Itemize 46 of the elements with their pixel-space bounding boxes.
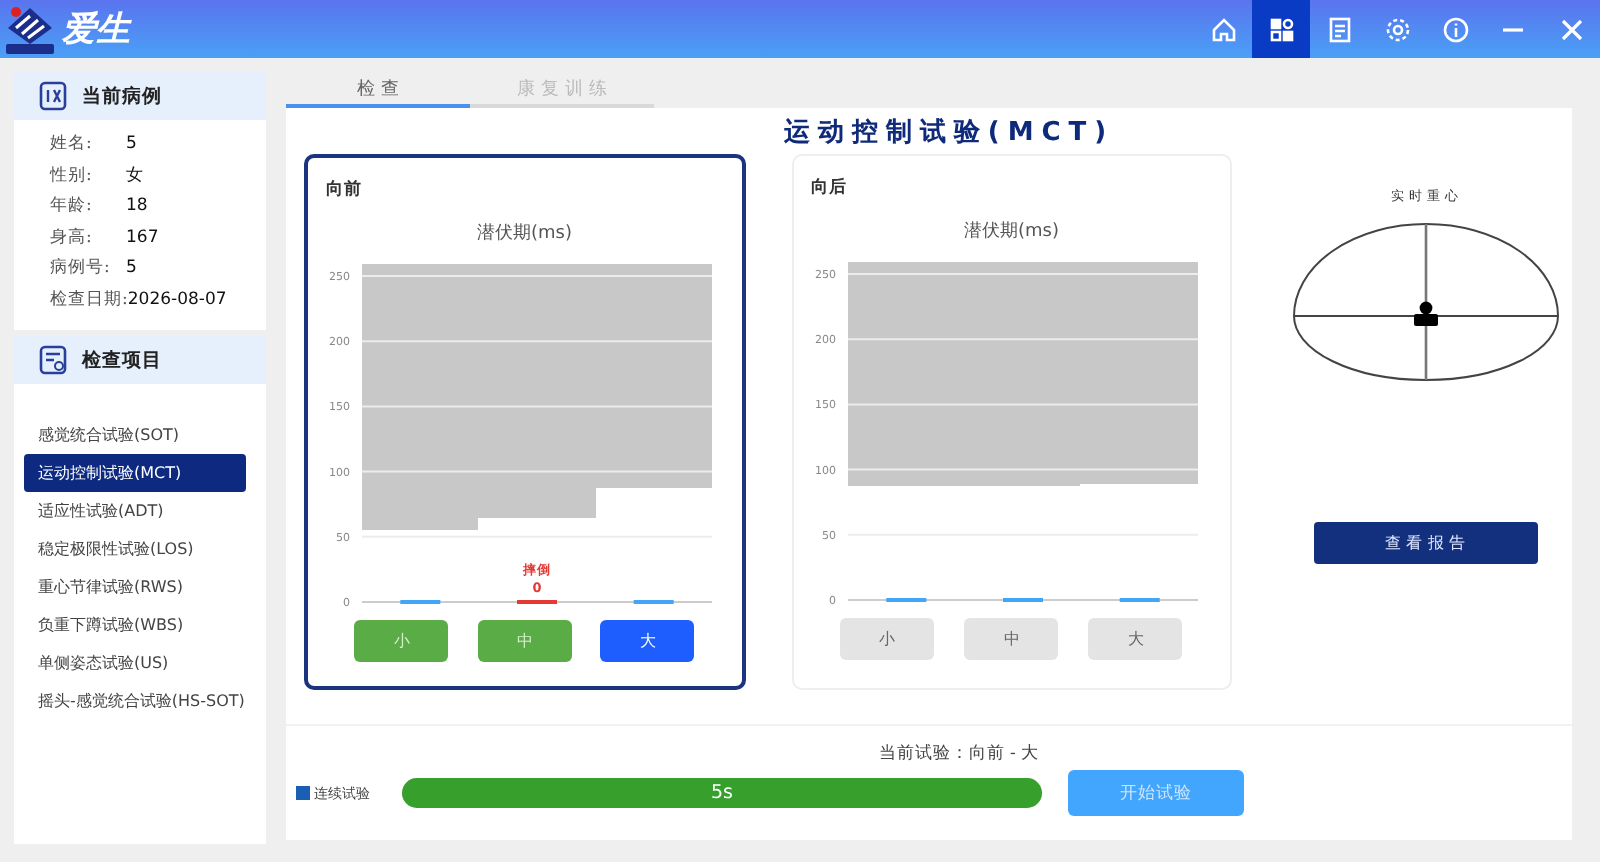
- home-icon: [1209, 15, 1237, 43]
- page-title: 运动控制试验(MCT): [781, 116, 1117, 150]
- test-item[interactable]: 单侧姿态试验(US): [24, 644, 246, 682]
- test-button[interactable]: [1252, 0, 1310, 58]
- test-item[interactable]: 摇头-感觉统合试验(HS-SOT): [24, 682, 246, 720]
- field-label: 病例号:: [50, 256, 112, 280]
- info-icon: [1441, 15, 1469, 43]
- test-item[interactable]: 运动控制试验(MCT): [24, 454, 246, 492]
- chart-title: 潜伏期(ms): [475, 221, 574, 246]
- minimize-icon: [1502, 27, 1524, 31]
- card-title: 向前: [324, 178, 364, 202]
- chart-title: 潜伏期(ms): [962, 219, 1062, 244]
- field-label: 姓名:: [50, 132, 94, 156]
- panel-title: 检查项目: [82, 347, 162, 373]
- amplitude-button[interactable]: 中: [964, 618, 1059, 660]
- field-value: 5: [126, 132, 137, 156]
- test-item[interactable]: 稳定极限性试验(LOS): [24, 530, 246, 568]
- field-label: 年龄:: [50, 194, 94, 218]
- app-name: 爱生: [62, 8, 130, 52]
- view-report-button[interactable]: 查 看 报 告: [1313, 522, 1538, 564]
- amplitude-button[interactable]: 小: [840, 618, 935, 660]
- test-item[interactable]: 适应性试验(ADT): [24, 492, 246, 530]
- test-item[interactable]: 感觉统合试验(SOT): [24, 416, 246, 454]
- logo-icon: [4, 3, 56, 55]
- settings-icon: [1383, 15, 1411, 43]
- test-item[interactable]: 负重下蹲试验(WBS): [24, 606, 246, 644]
- current-trial-text: 当前试验：向前 - 大: [876, 742, 1042, 766]
- amplitude-button[interactable]: 大: [1088, 618, 1183, 660]
- field-value: 女: [126, 163, 144, 187]
- field-value: 167: [126, 225, 159, 249]
- case-icon: [38, 80, 70, 112]
- document-icon: [1325, 15, 1353, 43]
- amplitude-button[interactable]: 大: [600, 620, 695, 662]
- progress-text: 5s: [711, 782, 733, 804]
- field-label: 检查日期:: [50, 287, 128, 311]
- field-label: 性别:: [50, 163, 94, 187]
- field-label: 身高:: [50, 225, 94, 249]
- field-value: 18: [126, 194, 148, 218]
- close-icon: [1557, 15, 1585, 43]
- field-value: 5: [126, 256, 137, 280]
- test-item[interactable]: 重心节律试验(RWS): [24, 568, 246, 606]
- grid-icon: [1267, 15, 1295, 43]
- field-value: 2026-08-07: [127, 287, 227, 311]
- card-title: 向后: [809, 175, 850, 200]
- panel-title: 当前病例: [82, 83, 162, 109]
- checklist-icon: [38, 344, 70, 376]
